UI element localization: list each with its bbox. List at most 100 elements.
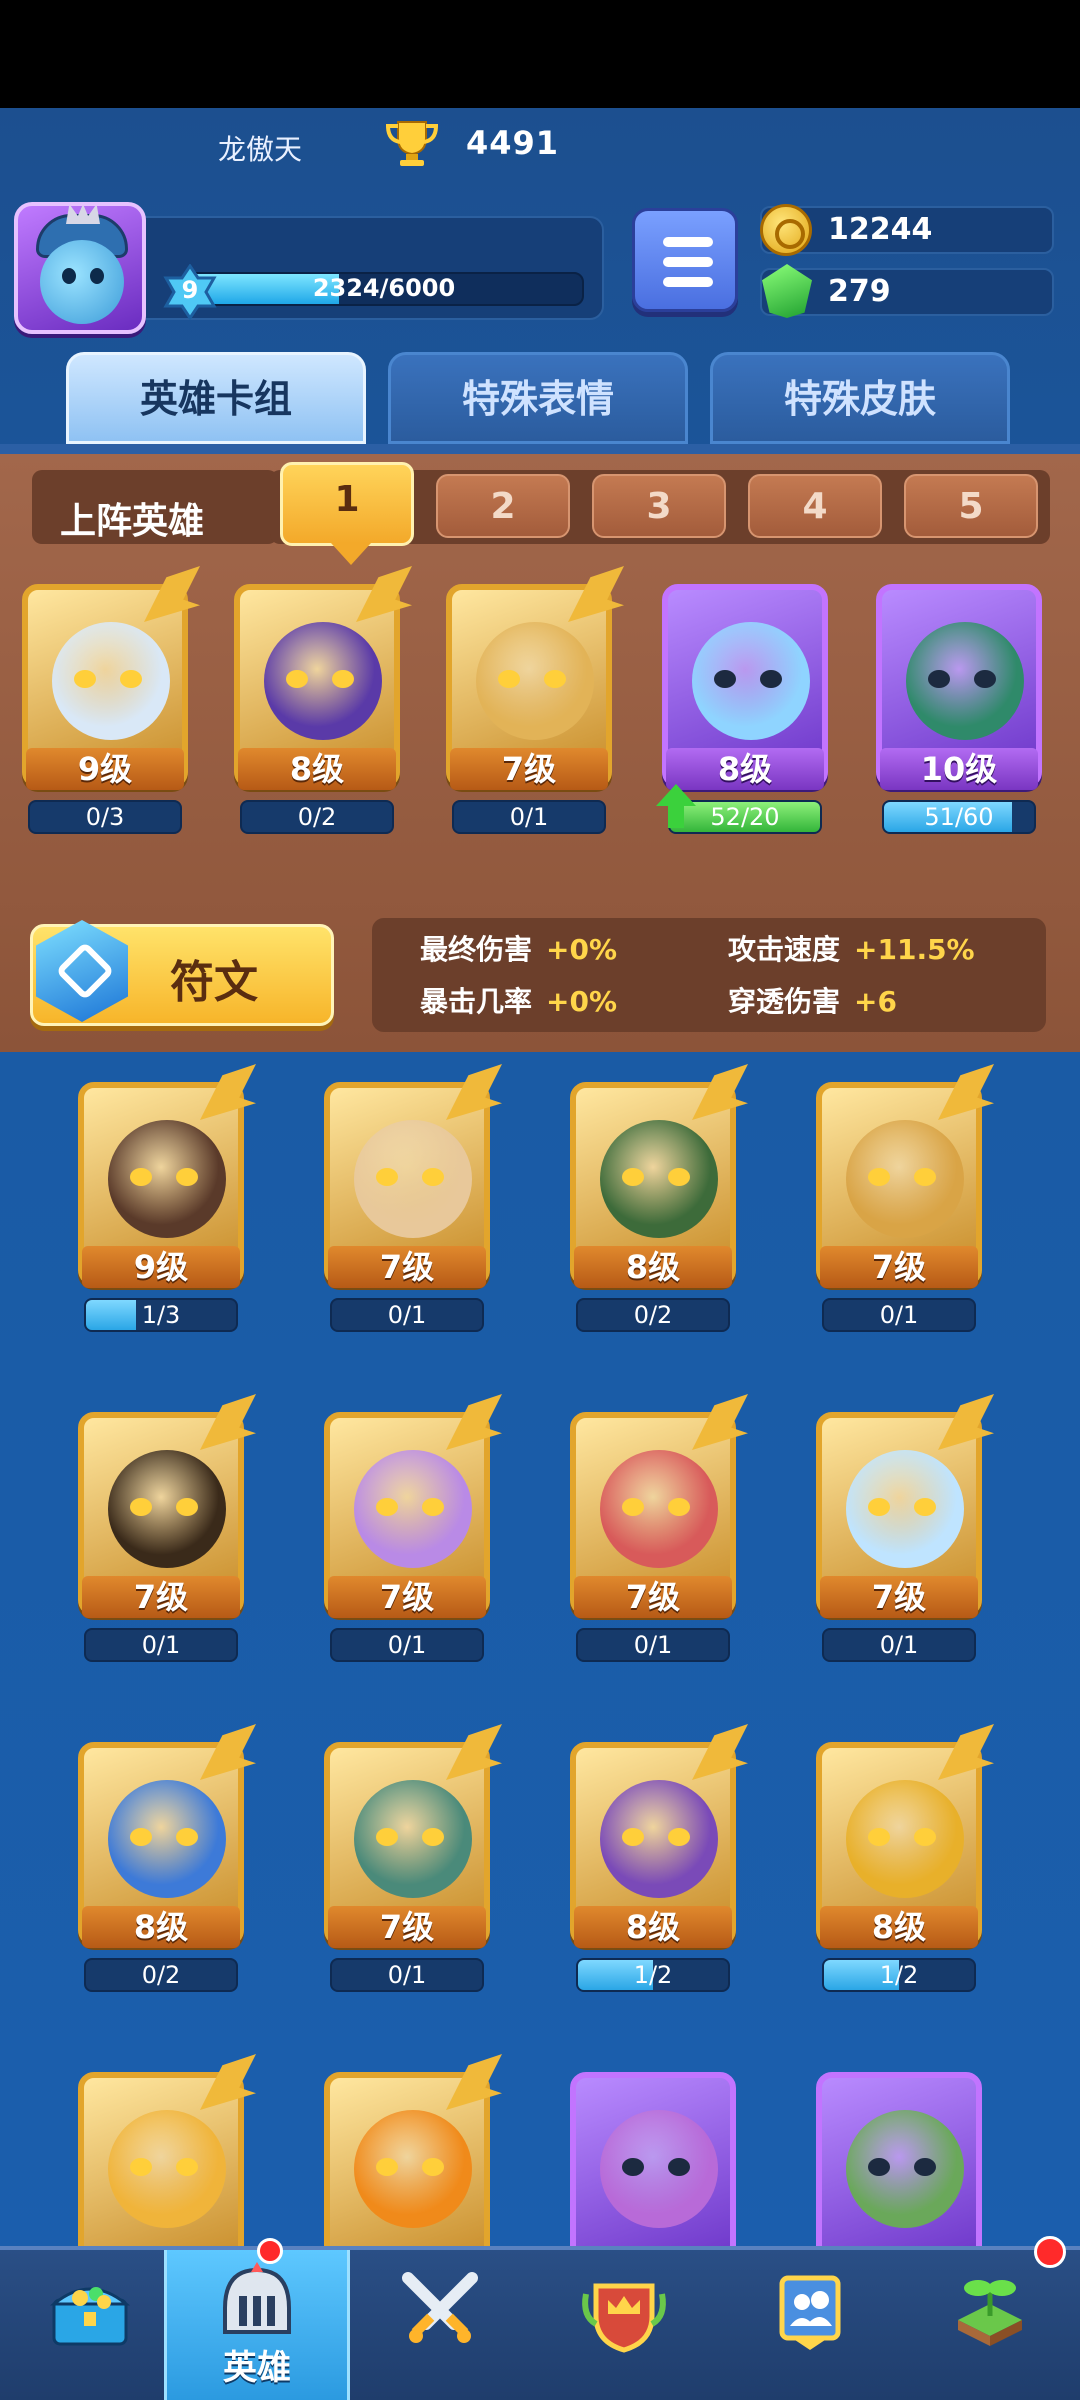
hero-card-count: 0/1 (387, 1961, 427, 1989)
stat-name: 穿透伤害 (728, 985, 841, 1018)
hero-portrait (600, 2110, 718, 2228)
hero-level: 9级 (82, 1246, 240, 1288)
tab-special-emotes[interactable]: 特殊表情 (388, 352, 688, 444)
stat-value: +0% (546, 985, 618, 1018)
stat-value: +0% (546, 933, 618, 966)
hero-level: 10级 (880, 748, 1038, 790)
hero-portrait (846, 1780, 964, 1898)
hero-card-count: 1/2 (879, 1961, 919, 1989)
hero-portrait (692, 622, 810, 740)
stat-crit-chance: 暴击几率 +0% (420, 980, 617, 1020)
hero-portrait (108, 1780, 226, 1898)
hero-level: 7级 (574, 1576, 732, 1618)
hero-card-progress: 1/2 (576, 1958, 730, 1992)
collection-hero-card[interactable]: 7级 0/1 (808, 1064, 994, 1332)
deck-tab-4[interactable]: 4 (748, 474, 882, 538)
hero-level: 8级 (574, 1246, 732, 1288)
hero-level: 8级 (820, 1906, 978, 1948)
stat-name: 最终伤害 (420, 933, 533, 966)
hero-portrait (600, 1780, 718, 1898)
collection-hero-card[interactable]: 8级 0/2 (562, 1064, 748, 1332)
collection-hero-card[interactable]: 9级 1/3 (70, 1064, 256, 1332)
xp-text: 2324/6000 (312, 274, 456, 302)
gold-amount: 12244 (828, 212, 933, 247)
collection-hero-card[interactable]: 8级 1/2 (808, 1724, 994, 1992)
collection-hero-card[interactable]: 7级 0/1 (70, 1394, 256, 1662)
stat-attack-speed: 攻击速度 +11.5% (728, 928, 975, 968)
nav-heroes[interactable]: 英雄 (164, 2238, 350, 2400)
deck-hero-card[interactable]: 7级 0/1 (438, 566, 624, 834)
deck-hero-card[interactable]: 8级 0/2 (226, 566, 412, 834)
player-avatar[interactable] (14, 202, 146, 334)
hero-portrait (108, 2110, 226, 2228)
trophy-count: 4491 (466, 124, 560, 162)
hero-level: 7级 (328, 1246, 486, 1288)
hero-card-count: 0/1 (509, 803, 549, 831)
hero-card-count: 0/1 (141, 1631, 181, 1659)
hero-card-progress: 0/1 (84, 1628, 238, 1662)
nav-heroes-label: 英雄 (223, 2348, 291, 2388)
menu-button[interactable] (632, 208, 738, 312)
hero-level: 7级 (328, 1576, 486, 1618)
hero-card-progress: 51/60 (882, 800, 1036, 834)
treasure-chest-icon (49, 2287, 131, 2346)
deck-hero-card[interactable]: 10级 51/60 (868, 566, 1048, 834)
stat-final-damage: 最终伤害 +0% (420, 928, 617, 968)
notification-dot (257, 2238, 283, 2264)
hero-card-count: 0/1 (633, 1631, 673, 1659)
collection-hero-card[interactable]: 7级 0/1 (562, 1394, 748, 1662)
deck-tab-1[interactable]: 1 (280, 462, 414, 565)
hero-level: 7级 (82, 1576, 240, 1618)
hero-portrait (354, 1780, 472, 1898)
nav-social[interactable] (720, 2250, 900, 2400)
collection-hero-card[interactable]: 8级 0/2 (70, 1724, 256, 1992)
player-profile[interactable] (14, 202, 604, 336)
hero-card-progress: 0/1 (330, 1628, 484, 1662)
hero-portrait (600, 1120, 718, 1238)
nav-shop[interactable] (0, 2250, 180, 2400)
hero-portrait (906, 622, 1024, 740)
hero-card-count: 0/1 (387, 1301, 427, 1329)
deck-tab-5[interactable]: 5 (904, 474, 1038, 538)
hero-card-progress: 0/2 (240, 800, 394, 834)
collection-hero-card[interactable]: 7级 0/1 (316, 1064, 502, 1332)
game-screen: 龙傲天 4491 2324/6000 9 12244 279 英雄卡组 特殊表情… (0, 108, 1080, 2400)
deck-hero-card[interactable]: 8级 52/20 (654, 566, 834, 834)
hero-level: 9级 (26, 748, 184, 790)
hero-card-progress: 0/1 (576, 1628, 730, 1662)
hero-portrait (846, 1120, 964, 1238)
trophy-icon (385, 121, 439, 166)
nav-farm[interactable] (900, 2236, 1080, 2400)
hero-level: 8级 (666, 748, 824, 790)
rune-label: 符文 (170, 957, 258, 1008)
collection-hero-card[interactable]: 7级 0/1 (316, 1394, 502, 1662)
stat-name: 暴击几率 (420, 985, 533, 1018)
hero-card-progress: 1/3 (84, 1298, 238, 1332)
hero-card-count: 0/2 (633, 1301, 673, 1329)
hero-card-count: 0/3 (85, 803, 125, 831)
hero-portrait (264, 622, 382, 740)
collection-hero-card[interactable]: 7级 0/1 (808, 1394, 994, 1662)
hero-card-progress: 0/1 (452, 800, 606, 834)
deck-hero-card[interactable]: 9级 0/3 (14, 566, 200, 834)
nav-clan[interactable] (534, 2250, 714, 2400)
tab-hero-deck[interactable]: 英雄卡组 (66, 352, 366, 444)
crossed-swords-icon (402, 2272, 478, 2343)
nav-battle[interactable] (350, 2250, 530, 2400)
hero-portrait (108, 1120, 226, 1238)
hero-card-count: 0/1 (387, 1631, 427, 1659)
hero-card-progress: 0/1 (330, 1958, 484, 1992)
hero-level: 8级 (574, 1906, 732, 1948)
tab-special-skins[interactable]: 特殊皮肤 (710, 352, 1010, 444)
stat-pierce-damage: 穿透伤害 +6 (728, 980, 897, 1020)
friends-icon (779, 2275, 841, 2350)
hero-level: 8级 (238, 748, 396, 790)
collection-hero-card[interactable]: 8级 1/2 (562, 1724, 748, 1992)
hero-level: 7级 (450, 748, 608, 790)
deck-tab-2[interactable]: 2 (436, 474, 570, 538)
collection-hero-card[interactable]: 7级 0/1 (316, 1724, 502, 1992)
deck-tab-3[interactable]: 3 (592, 474, 726, 538)
hero-collection-grid: 9级 1/3 7级 0/1 8级 0/2 7级 0/1 7级 0/1 7级 0/1 7级 0/1 7级 0/1… (0, 1052, 1080, 2352)
hero-card-count: 0/1 (879, 1301, 919, 1329)
player-level-badge: 9 (162, 263, 218, 321)
